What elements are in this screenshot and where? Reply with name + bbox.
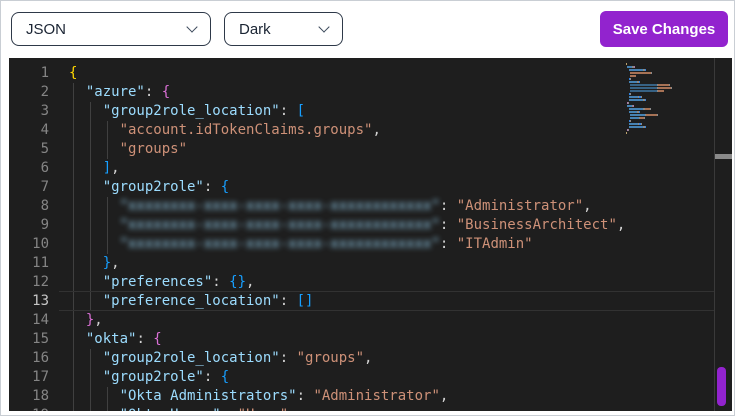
code-line-5[interactable]: 5 "groups" bbox=[9, 140, 732, 159]
code-line-12[interactable]: 12 "preferences": {}, bbox=[9, 273, 732, 292]
scrollbar-thumb[interactable] bbox=[715, 154, 732, 159]
line-number: 11 bbox=[9, 254, 49, 273]
line-number: 15 bbox=[9, 330, 49, 349]
code-text: "account.idTokenClaims.groups", bbox=[69, 121, 381, 140]
code-text: "Okta Users": "User", bbox=[69, 406, 297, 411]
line-number: 14 bbox=[9, 311, 49, 330]
line-number: 7 bbox=[9, 178, 49, 197]
code-line-11[interactable]: 11 }, bbox=[9, 254, 732, 273]
line-number: 3 bbox=[9, 102, 49, 121]
code-text: "Okta Administrators": "Administrator", bbox=[69, 387, 448, 406]
line-number: 17 bbox=[9, 368, 49, 387]
code-line-14[interactable]: 14 }, bbox=[9, 311, 732, 330]
code-text: ], bbox=[69, 159, 120, 178]
chevron-down-icon bbox=[186, 21, 197, 32]
save-changes-button[interactable]: Save Changes bbox=[600, 11, 728, 47]
language-select[interactable]: JSON bbox=[11, 12, 211, 46]
line-number: 4 bbox=[9, 121, 49, 140]
code-text: "groups" bbox=[69, 140, 187, 159]
code-text: { bbox=[69, 64, 77, 83]
line-number: 9 bbox=[9, 216, 49, 235]
code-text: "preference_location": [] bbox=[69, 292, 313, 311]
code-text: "xxxxxxxx-xxxx-xxxx-xxxx-xxxxxxxxxxxx": … bbox=[69, 197, 592, 216]
code-text: "preferences": {}, bbox=[69, 273, 254, 292]
code-text: "xxxxxxxx-xxxx-xxxx-xxxx-xxxxxxxxxxxx": … bbox=[69, 235, 533, 254]
code-text: "group2role": { bbox=[69, 368, 229, 387]
code-line-4[interactable]: 4 "account.idTokenClaims.groups", bbox=[9, 121, 732, 140]
code-line-8[interactable]: 8 "xxxxxxxx-xxxx-xxxx-xxxx-xxxxxxxxxxxx"… bbox=[9, 197, 732, 216]
code-text: "group2role_location": [ bbox=[69, 102, 305, 121]
theme-select[interactable]: Dark bbox=[224, 12, 343, 46]
code-line-15[interactable]: 15 "okta": { bbox=[9, 330, 732, 349]
minimap[interactable] bbox=[626, 63, 714, 135]
line-number: 19 bbox=[9, 406, 49, 411]
code-line-17[interactable]: 17 "group2role": { bbox=[9, 368, 732, 387]
code-line-13[interactable]: 13 "preference_location": [] bbox=[9, 292, 732, 311]
code-line-1[interactable]: 1{ bbox=[9, 64, 732, 83]
line-number: 6 bbox=[9, 159, 49, 178]
chevron-down-icon bbox=[318, 21, 329, 32]
code-text: }, bbox=[69, 254, 120, 273]
line-number: 16 bbox=[9, 349, 49, 368]
line-number: 12 bbox=[9, 273, 49, 292]
code-text: "azure": { bbox=[69, 83, 170, 102]
line-number: 8 bbox=[9, 197, 49, 216]
code-line-10[interactable]: 10 "xxxxxxxx-xxxx-xxxx-xxxx-xxxxxxxxxxxx… bbox=[9, 235, 732, 254]
code-text: "group2role": { bbox=[69, 178, 229, 197]
line-number: 13 bbox=[9, 292, 49, 311]
code-text: "xxxxxxxx-xxxx-xxxx-xxxx-xxxxxxxxxxxx": … bbox=[69, 216, 625, 235]
code-line-9[interactable]: 9 "xxxxxxxx-xxxx-xxxx-xxxx-xxxxxxxxxxxx"… bbox=[9, 216, 732, 235]
code-line-2[interactable]: 2 "azure": { bbox=[9, 83, 732, 102]
line-number: 10 bbox=[9, 235, 49, 254]
purple-scrollbar-thumb[interactable] bbox=[717, 367, 726, 406]
language-select-value: JSON bbox=[26, 21, 66, 38]
code-line-3[interactable]: 3 "group2role_location": [ bbox=[9, 102, 732, 121]
theme-select-value: Dark bbox=[239, 21, 271, 38]
code-line-16[interactable]: 16 "group2role_location": "groups", bbox=[9, 349, 732, 368]
code-line-6[interactable]: 6 ], bbox=[9, 159, 732, 178]
line-number: 5 bbox=[9, 140, 49, 159]
line-number: 18 bbox=[9, 387, 49, 406]
code-text: "group2role_location": "groups", bbox=[69, 349, 372, 368]
code-line-7[interactable]: 7 "group2role": { bbox=[9, 178, 732, 197]
code-line-19[interactable]: 19 "Okta Users": "User", bbox=[9, 406, 732, 411]
code-text: }, bbox=[69, 311, 103, 330]
line-number: 2 bbox=[9, 83, 49, 102]
scrollbar-track[interactable] bbox=[714, 58, 732, 411]
code-text: "okta": { bbox=[69, 330, 162, 349]
code-line-18[interactable]: 18 "Okta Administrators": "Administrator… bbox=[9, 387, 732, 406]
app-window: JSON Dark Save Changes 1{2 "azure": {3 "… bbox=[0, 0, 735, 416]
line-number: 1 bbox=[9, 64, 49, 83]
json-code-editor[interactable]: 1{2 "azure": {3 "group2role_location": [… bbox=[9, 58, 732, 411]
